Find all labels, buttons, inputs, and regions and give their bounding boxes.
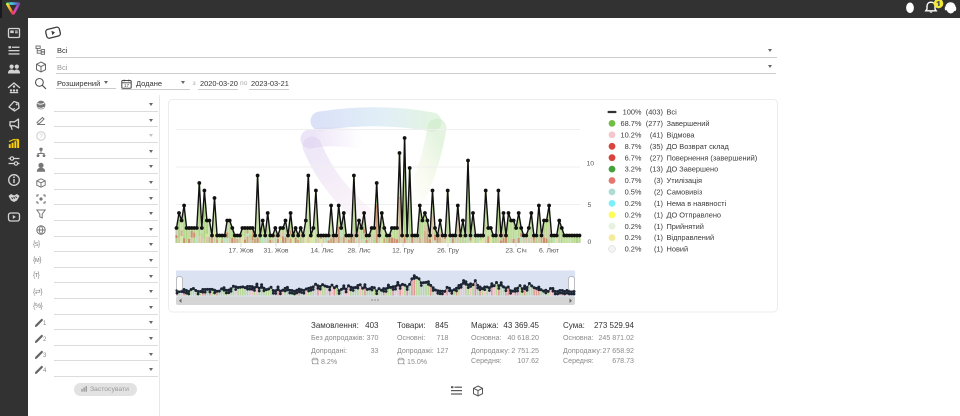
svg-text:12. Гру: 12. Гру — [392, 248, 414, 255]
svg-text:Самовивіз: Самовивіз — [667, 188, 703, 197]
svg-text:0: 0 — [588, 239, 592, 246]
svg-text:31. Жов: 31. Жов — [264, 248, 289, 255]
svg-text:0.2%: 0.2% — [625, 233, 642, 242]
svg-text:(277): (277) — [646, 119, 663, 128]
svg-text:Утилізація: Утилізація — [667, 176, 703, 185]
svg-text:(13): (13) — [650, 165, 663, 174]
svg-text:Повернення (завершений): Повернення (завершений) — [667, 153, 758, 162]
svg-text:s: s — [404, 362, 405, 365]
svg-text:(403): (403) — [646, 108, 663, 117]
svg-text:5: 5 — [588, 202, 592, 209]
svg-text:Новий: Новий — [667, 245, 689, 254]
svg-text:0.2%: 0.2% — [625, 222, 642, 231]
svg-text:23. Січ: 23. Січ — [505, 247, 527, 255]
svg-text:8.7%: 8.7% — [625, 142, 642, 151]
svg-text:(27): (27) — [650, 153, 663, 162]
svg-text:(1): (1) — [654, 222, 663, 231]
svg-text:Всі: Всі — [667, 108, 678, 117]
svg-text:6.7%: 6.7% — [625, 153, 642, 162]
svg-text:ДО Отправлено: ДО Отправлено — [667, 210, 722, 219]
svg-text:(2): (2) — [654, 188, 663, 197]
svg-text:26. Гру: 26. Гру — [437, 248, 459, 255]
svg-text:10.2%: 10.2% — [621, 130, 642, 139]
svg-text:Нема в наявності: Нема в наявності — [667, 199, 727, 208]
svg-text:100%: 100% — [623, 108, 642, 117]
svg-text:Відправлений: Відправлений — [667, 233, 715, 242]
svg-text:0.2%: 0.2% — [625, 245, 642, 254]
svg-text:3.2%: 3.2% — [625, 165, 642, 174]
svg-text:(3): (3) — [654, 176, 663, 185]
svg-text:Відмова: Відмова — [667, 130, 696, 139]
svg-text:?: ? — [39, 133, 43, 140]
svg-text:10: 10 — [587, 161, 595, 168]
svg-text:0.2%: 0.2% — [625, 210, 642, 219]
svg-text:ДО Завершено: ДО Завершено — [667, 165, 719, 174]
svg-text:0.5%: 0.5% — [625, 188, 642, 197]
svg-text:68.7%: 68.7% — [621, 119, 642, 128]
svg-text:17: 17 — [124, 83, 130, 88]
svg-text:0.7%: 0.7% — [625, 176, 642, 185]
svg-text:17. Жов: 17. Жов — [229, 248, 254, 255]
svg-text:14. Лис: 14. Лис — [311, 248, 335, 255]
svg-text:ДО Возврат склад: ДО Возврат склад — [667, 142, 730, 151]
svg-text:(35): (35) — [650, 142, 663, 151]
svg-text:(1): (1) — [654, 245, 663, 254]
svg-text:(1): (1) — [654, 233, 663, 242]
svg-text:28. Лис: 28. Лис — [348, 248, 372, 255]
svg-text:(41): (41) — [650, 130, 663, 139]
svg-text:Завершений: Завершений — [667, 119, 710, 128]
svg-text:6. Лют: 6. Лют — [539, 248, 559, 255]
svg-text:0.2%: 0.2% — [625, 199, 642, 208]
svg-text:Прийнятий: Прийнятий — [667, 222, 704, 231]
svg-text:(1): (1) — [654, 199, 663, 208]
svg-text:s: s — [318, 362, 319, 365]
svg-text:(1): (1) — [654, 210, 663, 219]
